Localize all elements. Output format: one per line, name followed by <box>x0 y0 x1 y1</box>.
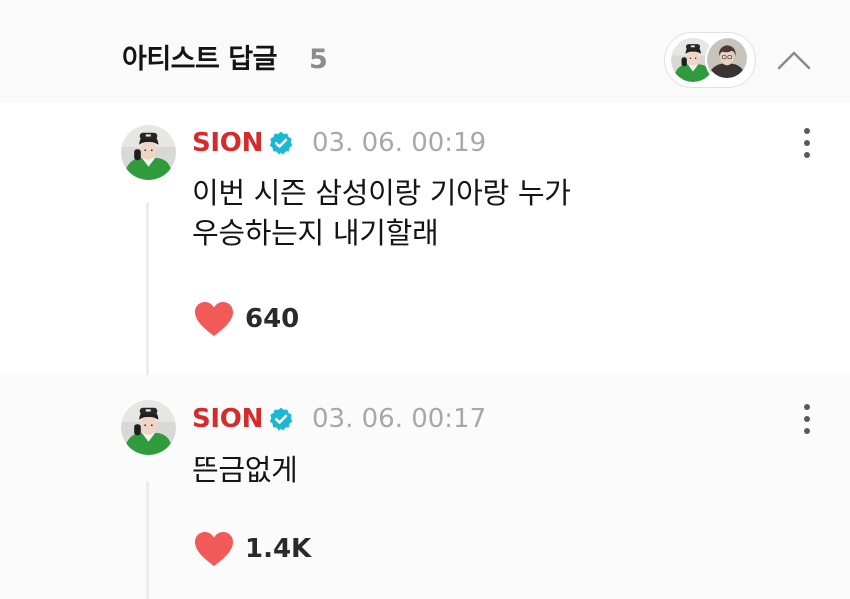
more-options-button[interactable] <box>797 402 817 436</box>
reply-count: 5 <box>309 44 328 75</box>
comment-text: 이번 시즌 삼성이랑 기아랑 누가 우승하는지 내기할래 <box>192 173 571 253</box>
verified-badge-icon <box>268 406 294 432</box>
timestamp: 03. 06. 00:17 <box>312 404 487 434</box>
comment-text: 뜬금없게 <box>192 450 298 490</box>
artist-avatar-group[interactable] <box>664 32 756 88</box>
more-options-button[interactable] <box>797 126 817 160</box>
timestamp: 03. 06. 00:19 <box>312 128 487 158</box>
chevron-up-icon <box>777 51 811 70</box>
artist-avatar-icon <box>705 36 753 84</box>
like-count: 1.4K <box>245 534 312 564</box>
like-count: 640 <box>245 304 300 334</box>
comment-text-line: 우승하는지 내기할래 <box>192 216 439 250</box>
author-name[interactable]: SION <box>192 128 263 158</box>
more-vertical-icon <box>797 126 817 160</box>
section-title: 아티스트 답글 <box>122 44 277 75</box>
thread-line <box>146 203 149 375</box>
avatar[interactable] <box>121 400 176 455</box>
thread-line <box>146 481 149 599</box>
heart-icon[interactable] <box>193 300 235 338</box>
verified-badge-icon <box>268 130 294 156</box>
more-vertical-icon <box>797 402 817 436</box>
comment-text-line: 이번 시즌 삼성이랑 기아랑 누가 <box>192 176 571 210</box>
heart-icon[interactable] <box>193 530 235 568</box>
avatar[interactable] <box>121 125 176 180</box>
author-name[interactable]: SION <box>192 404 263 434</box>
comment-text-line: 뜬금없게 <box>192 453 298 487</box>
collapse-button[interactable] <box>770 40 818 80</box>
